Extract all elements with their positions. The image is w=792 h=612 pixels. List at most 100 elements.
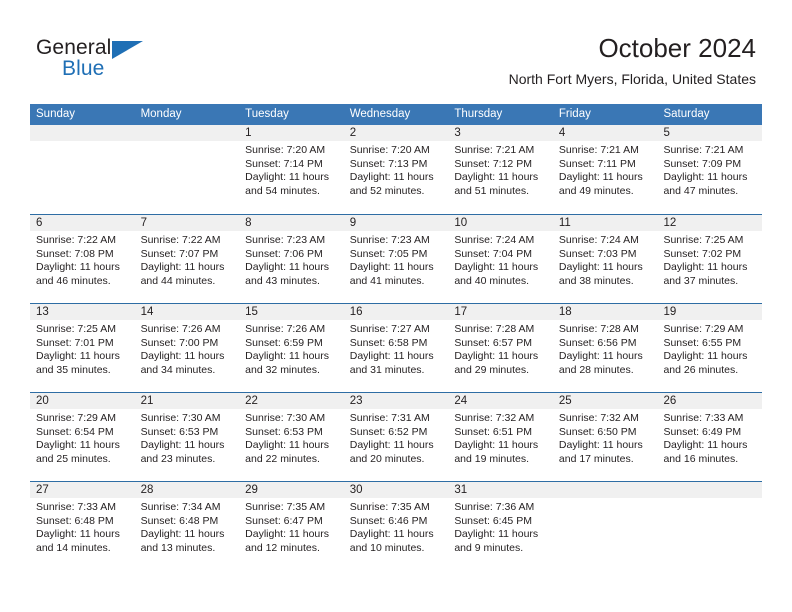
calendar-day-cell[interactable]: 25 Sunrise: 7:32 AM Sunset: 6:50 PM Dayligh…: [553, 393, 658, 482]
day-sun-info: Sunrise: 7:24 AM Sunset: 7:04 PM Daylight:…: [454, 234, 553, 288]
day-number: 1: [245, 127, 252, 139]
sunrise-text: Sunrise: 7:29 AM: [663, 323, 744, 335]
daylight-text-line2: and 49 minutes.: [558, 184, 634, 197]
calendar-day-cell[interactable]: 1 Sunrise: 7:20 AM Sunset: 7:14 PM Daylight…: [239, 125, 344, 214]
calendar-day-cell[interactable]: 29 Sunrise: 7:35 AM Sunset: 6:47 PM Dayligh…: [239, 482, 344, 571]
sunset-text: Sunset: 7:06 PM: [245, 247, 323, 260]
week-cells: 20 Sunrise: 7:29 AM Sunset: 6:54 PM Dayligh…: [30, 393, 762, 482]
sunrise-text: Sunrise: 7:28 AM: [454, 323, 535, 335]
sunset-text: Sunset: 6:52 PM: [349, 425, 428, 438]
calendar-day-cell[interactable]: 20 Sunrise: 7:29 AM Sunset: 6:54 PM Dayligh…: [30, 393, 135, 482]
day-sun-info: Sunrise: 7:24 AM Sunset: 7:03 PM Daylight:…: [559, 234, 658, 288]
daylight-text-line1: Daylight: 11 hours: [454, 350, 539, 362]
calendar-day-cell[interactable]: 19 Sunrise: 7:29 AM Sunset: 6:55 PM Dayligh…: [657, 304, 762, 393]
sunset-text: Sunset: 7:08 PM: [36, 247, 114, 260]
calendar-day-cell[interactable]: 24 Sunrise: 7:32 AM Sunset: 6:51 PM Dayligh…: [448, 393, 553, 482]
daylight-text-line2: and 23 minutes.: [140, 452, 216, 465]
daylight-text-line1: Daylight: 11 hours: [140, 439, 225, 451]
day-number: 12: [663, 217, 677, 229]
daylight-text-line1: Daylight: 11 hours: [36, 350, 120, 362]
sunrise-text: Sunrise: 7:31 AM: [349, 412, 430, 424]
day-sun-info: Sunrise: 7:28 AM Sunset: 6:57 PM Daylight:…: [454, 323, 553, 377]
sunset-text: Sunset: 7:14 PM: [245, 157, 323, 170]
day-sun-info: Sunrise: 7:28 AM Sunset: 6:56 PM Daylight:…: [559, 323, 658, 377]
calendar-day-cell[interactable]: 10 Sunrise: 7:24 AM Sunset: 7:04 PM Dayligh…: [448, 215, 553, 304]
daylight-text-line1: Daylight: 11 hours: [663, 439, 748, 451]
calendar-day-cell[interactable]: 23 Sunrise: 7:31 AM Sunset: 6:52 PM Dayligh…: [344, 393, 449, 482]
calendar-day-cell[interactable]: 16 Sunrise: 7:27 AM Sunset: 6:58 PM Dayligh…: [344, 304, 449, 393]
weekday-header-thursday: Thursday: [454, 108, 503, 120]
day-sun-info: Sunrise: 7:25 AM Sunset: 7:02 PM Daylight:…: [663, 234, 762, 288]
sunrise-text: Sunrise: 7:24 AM: [558, 234, 639, 246]
daylight-text-line2: and 41 minutes.: [349, 274, 425, 287]
calendar-day-cell[interactable]: 6 Sunrise: 7:22 AM Sunset: 7:08 PM Daylight…: [30, 215, 135, 304]
day-sun-info: Sunrise: 7:32 AM Sunset: 6:51 PM Daylight:…: [454, 412, 553, 466]
day-sun-info: Sunrise: 7:29 AM Sunset: 6:54 PM Daylight:…: [36, 412, 135, 466]
daylight-text-line1: Daylight: 11 hours: [663, 350, 748, 362]
day-number: 8: [245, 217, 252, 229]
calendar-day-cell[interactable]: 17 Sunrise: 7:28 AM Sunset: 6:57 PM Dayligh…: [448, 304, 553, 393]
daylight-text-line2: and 29 minutes.: [454, 363, 530, 376]
sunset-text: Sunset: 6:59 PM: [245, 336, 323, 349]
sunset-text: Sunset: 7:12 PM: [454, 157, 532, 170]
daylight-text-line1: Daylight: 11 hours: [454, 171, 539, 183]
calendar-day-cell[interactable]: 9 Sunrise: 7:23 AM Sunset: 7:05 PM Daylight…: [344, 215, 449, 304]
brand-logo[interactable]: General Blue: [36, 36, 256, 88]
calendar-day-cell[interactable]: 14 Sunrise: 7:26 AM Sunset: 7:00 PM Dayligh…: [135, 304, 240, 393]
sunrise-text: Sunrise: 7:27 AM: [349, 323, 430, 335]
calendar-day-cell[interactable]: 2 Sunrise: 7:20 AM Sunset: 7:13 PM Daylight…: [344, 125, 449, 214]
page-subtitle: North Fort Myers, Florida, United States: [508, 71, 756, 87]
sunset-text: Sunset: 6:48 PM: [36, 514, 114, 527]
sunset-text: Sunset: 7:02 PM: [663, 247, 742, 260]
daylight-text-line1: Daylight: 11 hours: [558, 350, 643, 362]
calendar-day-cell[interactable]: 21 Sunrise: 7:30 AM Sunset: 6:53 PM Dayligh…: [135, 393, 240, 482]
sunset-text: Sunset: 6:56 PM: [558, 336, 637, 349]
sunrise-text: Sunrise: 7:26 AM: [245, 323, 326, 335]
calendar-day-cell[interactable]: 8 Sunrise: 7:23 AM Sunset: 7:06 PM Daylight…: [239, 215, 344, 304]
calendar-day-cell-empty: [657, 482, 762, 571]
daylight-text-line1: Daylight: 11 hours: [349, 439, 434, 451]
day-number: 14: [140, 306, 154, 318]
triangle-flag-icon: [112, 41, 143, 59]
daylight-text-line1: Daylight: 11 hours: [349, 261, 434, 273]
sunrise-text: Sunrise: 7:21 AM: [558, 144, 639, 156]
day-number: [36, 125, 135, 141]
daylight-text-line2: and 17 minutes.: [558, 452, 634, 465]
daylight-text-line2: and 54 minutes.: [245, 184, 320, 197]
calendar-day-cell[interactable]: 30 Sunrise: 7:35 AM Sunset: 6:46 PM Dayligh…: [344, 482, 449, 571]
day-number: 15: [245, 306, 258, 318]
sunset-text: Sunset: 6:53 PM: [140, 425, 219, 438]
day-number: 11: [558, 217, 571, 229]
day-number: 28: [140, 484, 154, 496]
calendar-day-cell[interactable]: 4 Sunrise: 7:21 AM Sunset: 7:11 PM Daylight…: [553, 125, 658, 214]
day-number: 20: [36, 395, 49, 407]
calendar-day-cell[interactable]: 7 Sunrise: 7:22 AM Sunset: 7:07 PM Daylight…: [135, 215, 240, 304]
weekday-header-sunday: Sunday: [36, 108, 76, 120]
day-number: [559, 482, 658, 498]
day-number: 29: [245, 484, 258, 496]
calendar-day-cell[interactable]: 18 Sunrise: 7:28 AM Sunset: 6:56 PM Dayligh…: [553, 304, 658, 393]
daylight-text-line2: and 43 minutes.: [245, 274, 320, 287]
calendar-day-cell[interactable]: 27 Sunrise: 7:33 AM Sunset: 6:48 PM Dayligh…: [30, 482, 135, 571]
calendar-day-cell[interactable]: 28 Sunrise: 7:34 AM Sunset: 6:48 PM Dayligh…: [135, 482, 240, 571]
calendar-day-cell[interactable]: 5 Sunrise: 7:21 AM Sunset: 7:09 PM Daylight…: [657, 125, 762, 214]
sunrise-text: Sunrise: 7:32 AM: [558, 412, 639, 424]
calendar-day-cell[interactable]: 26 Sunrise: 7:33 AM Sunset: 6:49 PM Dayligh…: [657, 393, 762, 482]
calendar-day-cell[interactable]: 11 Sunrise: 7:24 AM Sunset: 7:03 PM Dayligh…: [553, 215, 658, 304]
calendar-day-cell[interactable]: 12 Sunrise: 7:25 AM Sunset: 7:02 PM Dayligh…: [657, 215, 762, 304]
day-number: 6: [36, 217, 43, 229]
sunset-text: Sunset: 7:07 PM: [140, 247, 219, 260]
calendar-day-cell[interactable]: 22 Sunrise: 7:30 AM Sunset: 6:53 PM Dayligh…: [239, 393, 344, 482]
sunset-text: Sunset: 6:51 PM: [454, 425, 532, 438]
sunrise-text: Sunrise: 7:25 AM: [663, 234, 744, 246]
daylight-text-line1: Daylight: 11 hours: [558, 171, 643, 183]
daylight-text-line2: and 34 minutes.: [140, 363, 216, 376]
calendar-day-cell[interactable]: 31 Sunrise: 7:36 AM Sunset: 6:45 PM Dayligh…: [448, 482, 553, 571]
calendar-day-cell[interactable]: 15 Sunrise: 7:26 AM Sunset: 6:59 PM Dayligh…: [239, 304, 344, 393]
sunrise-text: Sunrise: 7:30 AM: [245, 412, 326, 424]
calendar-day-cell[interactable]: 13 Sunrise: 7:25 AM Sunset: 7:01 PM Dayligh…: [30, 304, 135, 393]
sunset-text: Sunset: 6:57 PM: [454, 336, 532, 349]
sunset-text: Sunset: 6:54 PM: [36, 425, 114, 438]
daylight-text-line1: Daylight: 11 hours: [663, 171, 748, 183]
calendar-day-cell[interactable]: 3 Sunrise: 7:21 AM Sunset: 7:12 PM Daylight…: [448, 125, 553, 214]
